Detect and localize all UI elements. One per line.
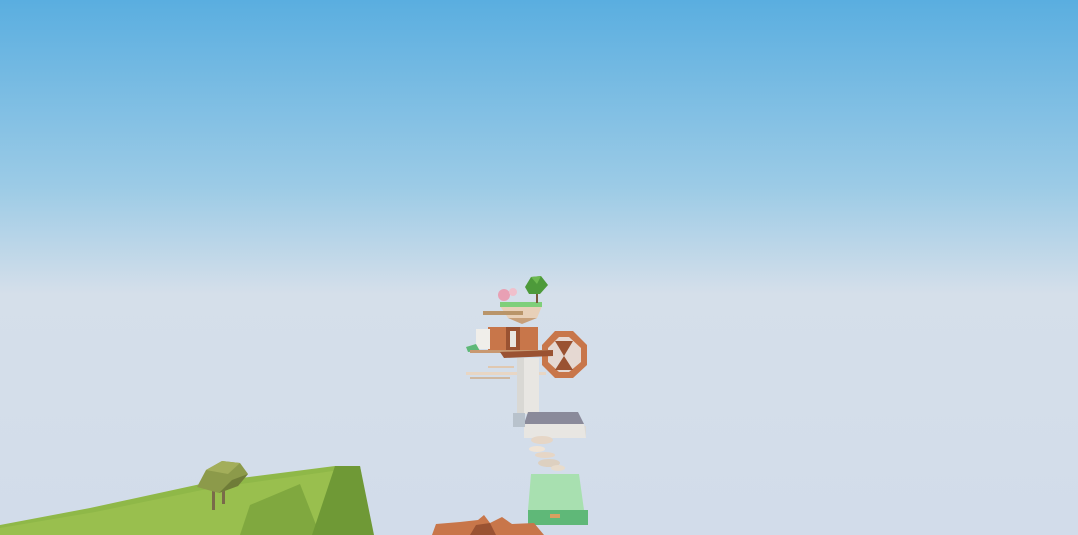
mint-platform[interactable]	[528, 474, 588, 525]
white-pillar[interactable]	[517, 358, 539, 414]
game-viewport[interactable]	[0, 0, 1078, 535]
game-scene	[0, 0, 1078, 535]
